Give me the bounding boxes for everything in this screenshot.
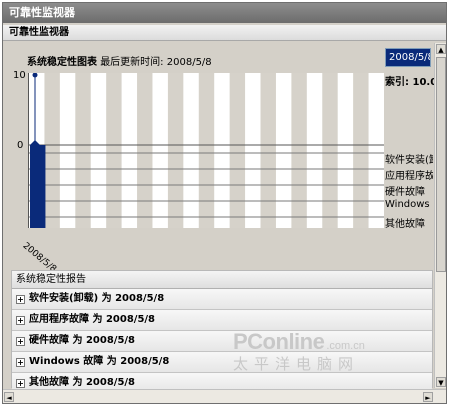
scroll-thumb[interactable] — [436, 57, 446, 272]
chart-title-text: 系统稳定性图表 — [27, 57, 97, 68]
report-row-software-install[interactable]: + 软件安装(卸载) 为 2008/5/8 — [12, 289, 432, 310]
report-row-hardware-failure[interactable]: + 硬件故障 为 2008/5/8 — [12, 331, 432, 352]
report-row-label: 应用程序故障 为 2008/5/8 — [29, 314, 156, 325]
report-row-app-failure[interactable]: + 应用程序故障 为 2008/5/8 — [12, 310, 432, 331]
expand-icon[interactable]: + — [16, 336, 25, 346]
report-row-label: 硬件故障 为 2008/5/8 — [29, 335, 136, 346]
vertical-scrollbar[interactable]: ▲ ▼ — [434, 43, 446, 388]
stability-report: 系统稳定性报告 + 软件安装(卸载) 为 2008/5/8 + 应用程序故障 为 2… — [11, 270, 433, 394]
report-row-label: 其他故障 为 2008/5/8 — [29, 377, 136, 388]
report-row-windows-failure[interactable]: + Windows 故障 为 2008/5/8 — [12, 352, 432, 373]
day-column — [291, 73, 307, 228]
day-column — [260, 73, 276, 228]
expand-icon[interactable]: + — [16, 315, 25, 325]
scroll-down-icon[interactable]: ▼ — [436, 377, 446, 387]
day-column — [75, 73, 91, 228]
scroll-right-icon[interactable]: ► — [423, 392, 433, 402]
watermark-chinese: 太平洋电脑网 — [233, 356, 360, 373]
pconline-watermark: PConline .com.cn 太平洋电脑网 — [233, 329, 365, 374]
stability-chart-area: 系统稳定性图表 最后更新时间: 2008/5/8 2008/5/8 10 0 索… — [3, 43, 446, 275]
day-column — [229, 73, 246, 228]
chart-title: 系统稳定性图表 最后更新时间: 2008/5/8 — [27, 53, 212, 68]
expand-icon[interactable]: + — [16, 294, 25, 304]
stability-index-label: 索引: 10.0 — [385, 77, 438, 88]
y-tick-10: 10 — [13, 70, 26, 81]
watermark-brand: PConline — [233, 329, 325, 354]
selected-date-dropdown[interactable]: 2008/5/8 — [385, 48, 431, 67]
expand-icon[interactable]: + — [16, 378, 25, 388]
day-column — [137, 73, 153, 228]
report-header: 系统稳定性报告 — [12, 271, 432, 289]
legend-software-install: 软件安装(卸载) — [385, 155, 433, 166]
horizontal-scrollbar[interactable]: ◄ ► — [3, 389, 446, 403]
panel-title: 可靠性监视器 — [3, 25, 446, 41]
day-column — [198, 73, 215, 228]
selected-day-column — [30, 145, 46, 228]
last-update-label: 最后更新时间: — [100, 57, 164, 68]
legend-misc-failure: 其他故障 — [385, 219, 425, 230]
stability-chart[interactable] — [28, 73, 384, 228]
report-row-label: Windows 故障 为 2008/5/8 — [29, 356, 170, 367]
day-column — [322, 73, 338, 228]
expand-icon[interactable]: + — [16, 357, 25, 367]
legend-hardware-failure: 硬件故障 — [385, 187, 425, 198]
legend-app-failure: 应用程序故障 — [385, 171, 433, 182]
day-column — [353, 73, 369, 228]
y-tick-0: 0 — [17, 140, 24, 151]
legend-windows-failure: Windows — [385, 199, 430, 210]
scroll-left-icon[interactable]: ◄ — [4, 392, 14, 402]
scroll-up-icon[interactable]: ▲ — [436, 44, 446, 54]
report-row-label: 软件安装(卸载) 为 2008/5/8 — [29, 293, 165, 304]
day-column — [44, 73, 60, 228]
day-column — [167, 73, 184, 228]
last-update-value: 2008/5/8 — [166, 57, 212, 68]
watermark-domain: .com.cn — [326, 340, 365, 352]
day-column — [106, 73, 122, 228]
chart-svg — [29, 73, 384, 228]
window-title: 可靠性监视器 — [3, 3, 446, 23]
reliability-monitor-window: 可靠性监视器 可靠性监视器 系统稳定性图表 最后更新时间: 2008/5/8 2… — [2, 2, 447, 404]
